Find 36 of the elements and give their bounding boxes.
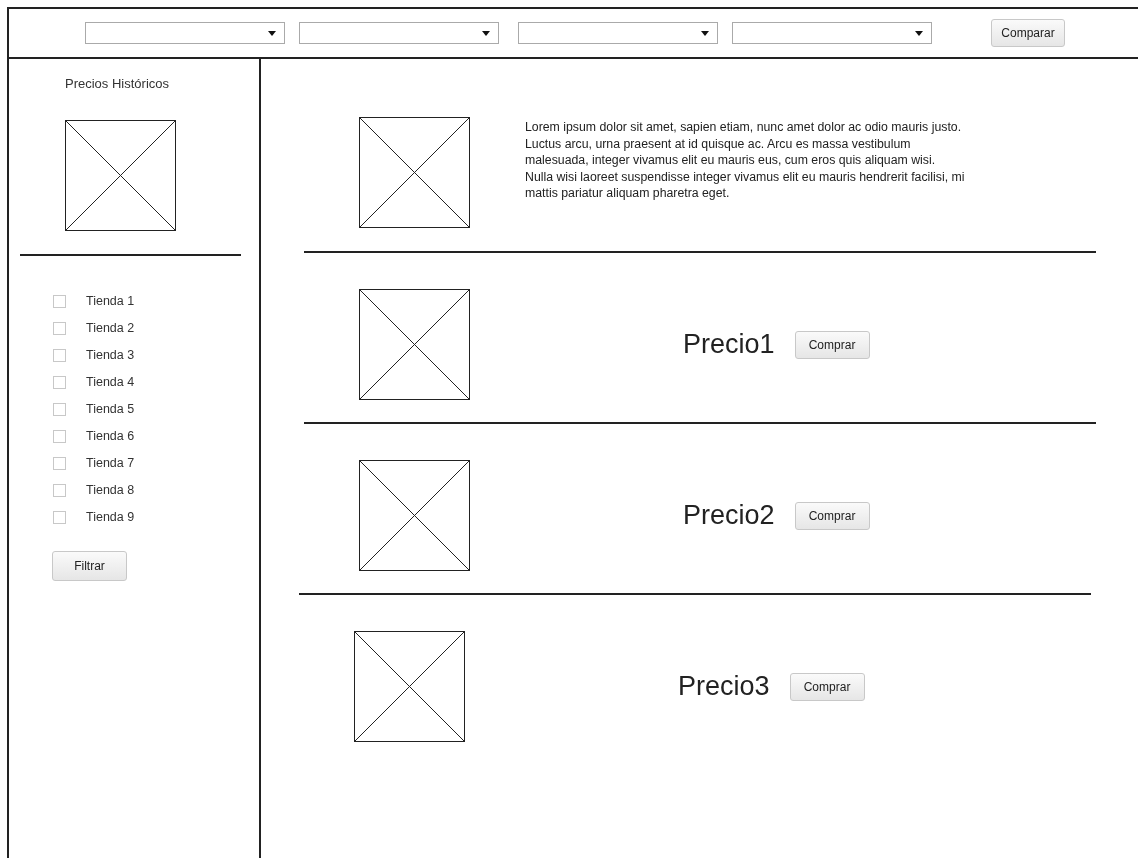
- buy-button[interactable]: Comprar: [794, 330, 870, 359]
- checkbox[interactable]: [53, 402, 66, 416]
- checkbox-label: Tienda 1: [86, 292, 135, 310]
- checkbox[interactable]: [53, 321, 66, 335]
- checkbox-label: Tienda 6: [86, 427, 135, 445]
- checkbox[interactable]: [53, 294, 66, 308]
- compare-button[interactable]: Comparar: [991, 19, 1065, 47]
- buy-button[interactable]: Comprar: [789, 672, 865, 701]
- checkbox[interactable]: [53, 510, 66, 524]
- dropdown[interactable]: [299, 22, 499, 44]
- price-label: Precio3: [678, 670, 770, 704]
- checkbox-label: Tienda 4: [86, 373, 135, 391]
- caret-icon: [701, 30, 709, 36]
- dropdown[interactable]: [518, 22, 718, 44]
- price-label: Precio2: [683, 499, 775, 533]
- checkbox-label: Tienda 9: [86, 508, 135, 526]
- checkbox-label: Tienda 2: [86, 319, 135, 337]
- sidebar-title: Precios Históricos: [65, 75, 171, 93]
- caret-icon: [915, 30, 923, 36]
- checkbox-label: Tienda 7: [86, 454, 135, 472]
- description-text: Lorem ipsum dolor sit amet, sapien etiam, nunc amet dolor ac odio mauris justo. Luctus arcu, urna praesent at id quisque ac. Arcu es massa vestibulum malesuada, integer vivamus elit eu mauris eus, cum eros quis aliquam wisi. Nulla wisi laoreet suspendisse integer vivamus elit eu mauris hendrerit facilisi, mi mattis pariatur aliquam pharetra eget.: [525, 119, 965, 202]
- filter-button[interactable]: Filtrar: [52, 550, 127, 581]
- checkbox[interactable]: [53, 375, 66, 389]
- caret-icon: [482, 30, 490, 36]
- checkbox-label: Tienda 8: [86, 481, 135, 499]
- checkbox[interactable]: [53, 456, 66, 470]
- price-label: Precio1: [683, 328, 775, 362]
- buy-button[interactable]: Comprar: [794, 501, 870, 530]
- checkbox[interactable]: [53, 429, 66, 443]
- dropdown[interactable]: [732, 22, 932, 44]
- caret-icon: [268, 30, 276, 36]
- checkbox[interactable]: [53, 483, 66, 497]
- dropdown[interactable]: [85, 22, 285, 44]
- checkbox-label: Tienda 3: [86, 346, 135, 364]
- checkbox[interactable]: [53, 348, 66, 362]
- checkbox-label: Tienda 5: [86, 400, 135, 418]
